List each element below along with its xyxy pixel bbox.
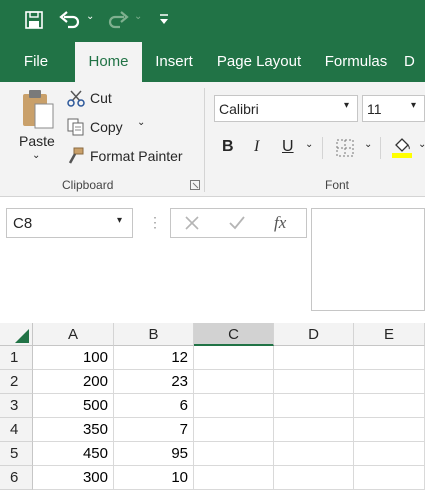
cell-c5[interactable]: [194, 442, 274, 466]
cell-b5[interactable]: 95: [114, 442, 194, 466]
redo-icon[interactable]: [106, 9, 130, 31]
cell-d5[interactable]: [274, 442, 354, 466]
cell-c4[interactable]: [194, 418, 274, 442]
copy-dropdown-icon[interactable]: ⌄: [137, 117, 145, 128]
cell-d3[interactable]: [274, 394, 354, 418]
cell-c2[interactable]: [194, 370, 274, 394]
redo-dropdown-icon[interactable]: ⌄: [134, 11, 142, 22]
cell-a2[interactable]: 200: [33, 370, 114, 394]
cell-c6[interactable]: [194, 466, 274, 490]
font-size-value: 11: [367, 101, 382, 117]
row-header[interactable]: 5: [0, 442, 33, 466]
formula-buttons: fx: [170, 208, 307, 238]
enter-icon[interactable]: [228, 214, 246, 232]
cell-d1[interactable]: [274, 346, 354, 370]
font-family-select[interactable]: Calibri ▾: [214, 95, 358, 122]
fill-color-icon[interactable]: [391, 136, 413, 158]
chevron-down-icon: ▾: [411, 100, 417, 111]
cell-a5[interactable]: 450: [33, 442, 114, 466]
resize-handle-icon[interactable]: ⋮: [148, 214, 162, 231]
row-header[interactable]: 2: [0, 370, 33, 394]
row-header[interactable]: 1: [0, 346, 33, 370]
tab-file[interactable]: File: [12, 42, 60, 82]
paste-label[interactable]: Paste: [19, 133, 55, 149]
italic-button[interactable]: I: [254, 138, 259, 156]
font-size-select[interactable]: 11 ▾: [362, 95, 425, 122]
underline-dropdown-icon[interactable]: ⌄: [305, 139, 313, 150]
cell-b2[interactable]: 23: [114, 370, 194, 394]
undo-dropdown-icon[interactable]: ⌄: [86, 11, 94, 22]
clipboard-launcher-icon[interactable]: [190, 180, 200, 190]
cell-b4[interactable]: 7: [114, 418, 194, 442]
cell-e2[interactable]: [354, 370, 425, 394]
insert-function-icon[interactable]: fx: [274, 213, 286, 233]
cell-e5[interactable]: [354, 442, 425, 466]
paste-icon[interactable]: [20, 88, 56, 130]
bold-button[interactable]: B: [222, 138, 234, 156]
cell-a1[interactable]: 100: [33, 346, 114, 370]
column-header-b[interactable]: B: [114, 323, 194, 346]
column-header-d[interactable]: D: [274, 323, 354, 346]
cell-a3[interactable]: 500: [33, 394, 114, 418]
clipboard-group-label: Clipboard: [62, 178, 114, 192]
formula-input[interactable]: [311, 208, 425, 311]
name-box[interactable]: C8 ▾: [6, 208, 133, 238]
column-header-a[interactable]: A: [33, 323, 114, 346]
tab-data[interactable]: D: [404, 42, 425, 82]
row-header[interactable]: 6: [0, 466, 33, 490]
cell-b6[interactable]: 10: [114, 466, 194, 490]
column-header-c[interactable]: C: [194, 323, 274, 346]
borders-icon[interactable]: [336, 139, 354, 157]
customize-icon[interactable]: [158, 12, 170, 26]
cell-c1[interactable]: [194, 346, 274, 370]
copy-label[interactable]: Copy: [90, 119, 123, 135]
cell-b3[interactable]: 6: [114, 394, 194, 418]
row-header[interactable]: 4: [0, 418, 33, 442]
cut-icon[interactable]: [67, 89, 85, 107]
row-header[interactable]: 3: [0, 394, 33, 418]
fill-color-dropdown-icon[interactable]: ⌄: [418, 139, 425, 150]
cell-e1[interactable]: [354, 346, 425, 370]
column-header-e[interactable]: E: [354, 323, 425, 346]
group-divider: [204, 88, 205, 192]
underline-button[interactable]: U: [282, 138, 294, 156]
tab-formulas[interactable]: Formulas: [316, 42, 396, 82]
cell-d6[interactable]: [274, 466, 354, 490]
paste-dropdown-icon[interactable]: ⌄: [32, 150, 40, 161]
font-family-value: Calibri: [219, 101, 259, 117]
tab-page-layout[interactable]: Page Layout: [210, 42, 308, 82]
cell-e4[interactable]: [354, 418, 425, 442]
cell-d2[interactable]: [274, 370, 354, 394]
divider: [380, 137, 381, 159]
save-icon[interactable]: [24, 10, 44, 30]
name-box-value: C8: [13, 215, 33, 232]
undo-icon[interactable]: [58, 9, 82, 31]
cell-c3[interactable]: [194, 394, 274, 418]
cell-b1[interactable]: 12: [114, 346, 194, 370]
cut-label[interactable]: Cut: [90, 90, 112, 106]
borders-dropdown-icon[interactable]: ⌄: [364, 139, 372, 150]
divider: [322, 137, 323, 159]
tab-home[interactable]: Home: [75, 42, 142, 82]
select-all-button[interactable]: [0, 323, 33, 346]
tab-insert[interactable]: Insert: [146, 42, 202, 82]
format-painter-label[interactable]: Format Painter: [90, 148, 183, 164]
copy-icon[interactable]: [67, 118, 85, 136]
cancel-icon[interactable]: [183, 214, 201, 232]
cell-e6[interactable]: [354, 466, 425, 490]
cell-a4[interactable]: 350: [33, 418, 114, 442]
cell-a6[interactable]: 300: [33, 466, 114, 490]
format-painter-icon[interactable]: [67, 147, 85, 165]
font-group-label: Font: [325, 178, 350, 192]
chevron-down-icon: ▾: [117, 215, 123, 226]
chevron-down-icon: ▾: [344, 100, 350, 111]
cell-d4[interactable]: [274, 418, 354, 442]
cell-e3[interactable]: [354, 394, 425, 418]
